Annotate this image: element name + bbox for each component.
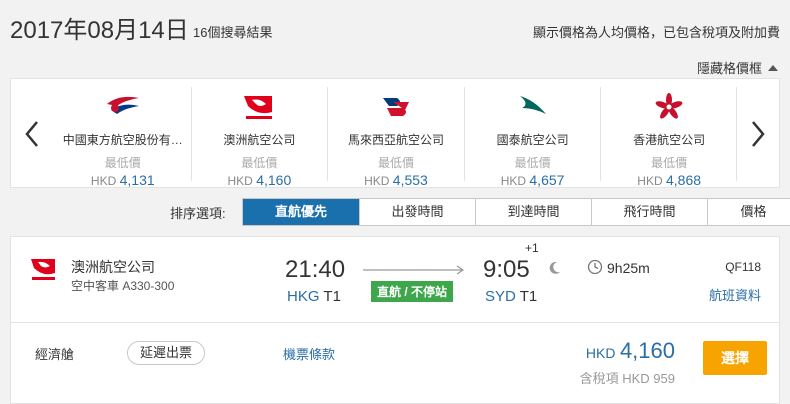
tax-label: 含稅項: [579, 371, 619, 386]
sort-tab-nonstop[interactable]: 直航優先: [243, 199, 359, 225]
price-note: 顯示價格為人均價格，已包含稅項及附加費: [532, 25, 780, 40]
cabin-class: 經濟艙: [35, 347, 75, 362]
airline-card-name: 馬來西亞航空公司: [347, 133, 444, 147]
price-amount: 4,131: [119, 172, 155, 188]
arrival-terminal: T1: [519, 288, 538, 305]
hong-kong-airlines-logo-icon: [601, 91, 737, 123]
airline-card[interactable]: 香港航空公司 最低價 HKD 4,868: [600, 87, 737, 188]
carousel-divider: [736, 87, 737, 181]
currency: HKD: [500, 174, 527, 188]
cathay-pacific-logo-icon: [465, 91, 601, 123]
sort-tab-duration[interactable]: 飛行時間: [591, 199, 707, 225]
carousel-next-button[interactable]: [743, 109, 773, 159]
moon-icon: [549, 261, 560, 274]
airline-card[interactable]: 馬來西亞航空公司 最低價 HKD 4,553: [327, 87, 464, 188]
malaysia-airlines-logo-icon: [328, 91, 464, 123]
currency: HKD: [637, 174, 663, 188]
airline-card-low-label: 最低價: [651, 156, 688, 170]
airline-card[interactable]: 澳洲航空公司 最低價 HKD 4,160: [190, 87, 328, 188]
carousel-prev-button[interactable]: [17, 109, 47, 159]
price-amount: 4,868: [665, 172, 702, 188]
airline-card-low-label: 最低價: [104, 156, 141, 170]
sort-options: 排序選項: 直航優先 出發時間 到達時間 飛行時間 價格: [170, 198, 790, 226]
hide-price-grid-label: 隱藏格價框: [696, 61, 762, 76]
airline-card-name: 香港航空公司: [633, 133, 706, 147]
price-amount: 4,160: [256, 172, 292, 188]
airline-list: 中國東方航空股份有… 最低價 HKD 4,131 澳洲航空公司 最低價 HKD …: [55, 87, 737, 188]
airline-card[interactable]: 國泰航空公司 最低價 HKD 4,657: [463, 87, 601, 188]
departure-airport: HKG T1: [287, 288, 341, 305]
flight-details-link[interactable]: 航班資料: [709, 285, 761, 304]
sort-tab-departure[interactable]: 出發時間: [359, 199, 475, 225]
airline-card-price: HKD 4,868: [601, 172, 737, 188]
chevron-right-icon: [752, 121, 765, 147]
caret-up-icon: [768, 64, 778, 71]
fare-row: 經濟艙 延遲出票 機票條款 HKD 4,160 含稅項 HKD 959 選擇: [11, 324, 779, 404]
nonstop-badge: 直航 / 不停站: [371, 281, 454, 302]
currency: HKD: [364, 174, 390, 188]
sort-label: 排序選項:: [170, 205, 226, 221]
airline-card-name: 澳洲航空公司: [223, 133, 296, 147]
search-date: 2017年08月14日: [10, 17, 189, 44]
airline-price-carousel: 中國東方航空股份有… 最低價 HKD 4,131 澳洲航空公司 最低價 HKD …: [10, 78, 780, 188]
delay-ticket-button[interactable]: 延遲出票: [127, 341, 206, 365]
chevron-left-icon: [25, 121, 38, 147]
price-amount: 4,657: [529, 172, 565, 188]
qantas-logo-icon: [192, 91, 328, 123]
airline-card[interactable]: 中國東方航空股份有… 最低價 HKD 4,131: [55, 87, 191, 188]
route-arrow-icon: [363, 265, 465, 275]
airline-card-name: 中國東方航空股份有…: [62, 133, 183, 147]
arrival-time: 9:05: [483, 256, 530, 283]
currency: HKD: [227, 174, 253, 188]
sort-tabs: 直航優先 出發時間 到達時間 飛行時間 價格: [242, 198, 790, 226]
china-eastern-logo-icon: [55, 91, 191, 123]
airline-card-name: 國泰航空公司: [496, 133, 569, 147]
fare-currency: HKD: [585, 345, 616, 361]
clock-icon: [587, 259, 603, 275]
flight-result-card: 澳洲航空公司 空中客車 A330-300 21:40 HKG T1 直航 / 不…: [10, 236, 780, 404]
sort-tab-price[interactable]: 價格: [707, 199, 790, 225]
airline-card-low-label: 最低價: [377, 156, 414, 170]
hide-price-grid-toggle[interactable]: 隱藏格價框: [697, 58, 778, 77]
fare-tax: 含稅項 HKD 959: [580, 368, 675, 387]
departure-time: 21:40: [285, 256, 346, 283]
results-header: 2017年08月14日 16個搜尋結果 顯示價格為人均價格，已包含稅項及附加費: [0, 0, 790, 50]
flight-airline-name: 澳洲航空公司: [71, 259, 155, 275]
select-button[interactable]: 選擇: [703, 341, 767, 375]
flight-summary: 澳洲航空公司 空中客車 A330-300 21:40 HKG T1 直航 / 不…: [11, 237, 779, 323]
airline-card-price: HKD 4,657: [465, 172, 601, 188]
airline-card-low-label: 最低價: [241, 156, 278, 170]
currency: HKD: [90, 174, 117, 188]
flight-number: QF118: [725, 260, 761, 274]
tax-amount: 959: [653, 371, 675, 386]
departure-airport-code: HKG: [287, 288, 320, 305]
fare-amount: 4,160: [619, 338, 675, 363]
arrival-airport: SYD T1: [485, 288, 537, 305]
airline-card-low-label: 最低價: [514, 156, 551, 170]
result-count: 16個搜尋結果: [193, 25, 273, 40]
fare-price: HKD 4,160: [586, 338, 675, 364]
departure-terminal: T1: [323, 288, 341, 305]
flight-duration: 9h25m: [607, 260, 650, 276]
airline-card-price: HKD 4,553: [328, 172, 464, 188]
sort-tab-arrival[interactable]: 到達時間: [475, 199, 591, 225]
qantas-logo-icon: [29, 255, 59, 292]
arrival-airport-code: SYD: [485, 288, 516, 305]
fare-terms-link[interactable]: 機票條款: [283, 344, 335, 363]
airline-card-price: HKD 4,160: [192, 172, 328, 188]
airline-card-price: HKD 4,131: [55, 172, 191, 188]
flight-aircraft: 空中客車 A330-300: [71, 279, 175, 293]
price-amount: 4,553: [392, 172, 428, 188]
arrival-day-offset: +1: [525, 241, 539, 255]
tax-currency: HKD: [622, 371, 650, 386]
